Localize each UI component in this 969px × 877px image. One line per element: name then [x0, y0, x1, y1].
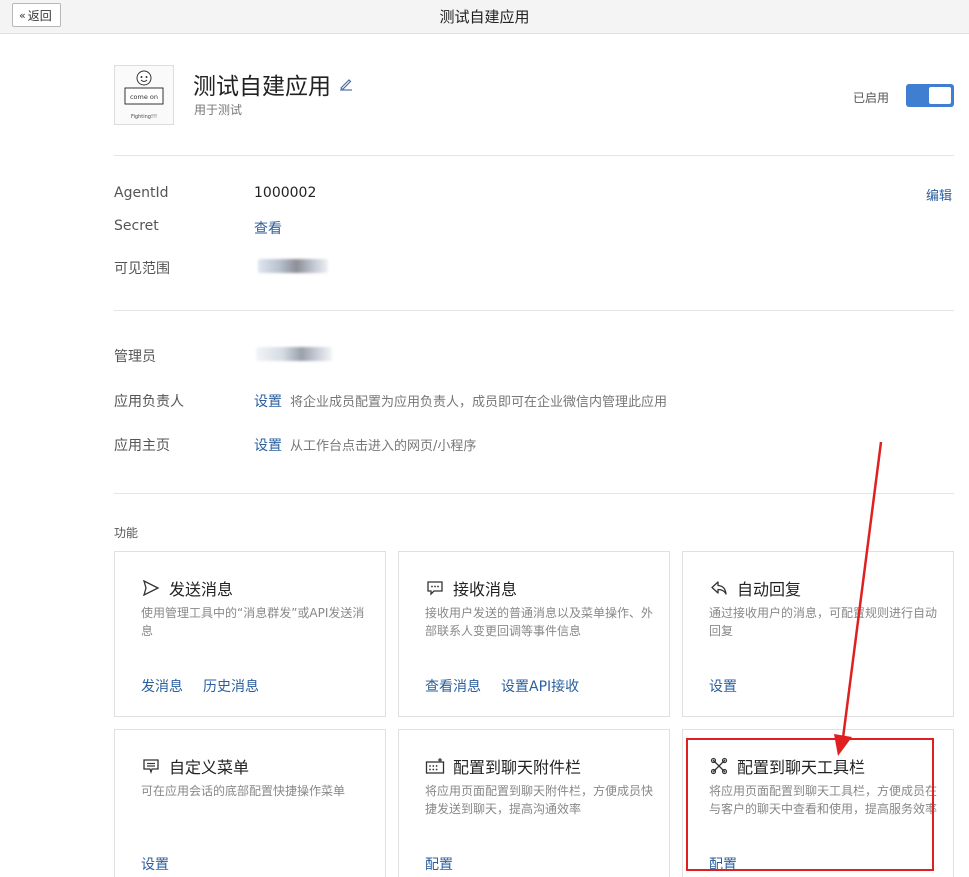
- homepage-row: 设置 从工作台点击进入的网页/小程序: [254, 435, 476, 455]
- toggle-knob: [929, 87, 951, 104]
- card-description: 接收用户发送的普通消息以及菜单操作、外部联系人变更回调等事件信息: [425, 606, 654, 638]
- toolbar-config-link[interactable]: 配置: [709, 854, 737, 874]
- owner-row: 设置 将企业成员配置为应用负责人，成员即可在企业微信内管理此应用: [254, 391, 667, 411]
- agentid-label: AgentId: [114, 185, 169, 201]
- agentid-value: 1000002: [254, 185, 317, 201]
- reply-icon: [709, 578, 729, 598]
- card-title: 配置到聊天附件栏: [425, 754, 581, 778]
- app-name: 测试自建应用: [193, 67, 353, 101]
- message-history-link[interactable]: 历史消息: [203, 676, 259, 696]
- send-message-link[interactable]: 发消息: [141, 676, 183, 696]
- homepage-label: 应用主页: [114, 438, 170, 454]
- owner-label: 应用负责人: [114, 394, 184, 410]
- card-title: 配置到聊天工具栏: [709, 754, 865, 778]
- divider: [114, 310, 954, 311]
- homepage-set-link[interactable]: 设置: [254, 438, 282, 454]
- secret-view-link[interactable]: 查看: [254, 218, 282, 238]
- feature-card-chat-attachment: 配置到聊天附件栏 将应用页面配置到聊天附件栏，方便成员快捷发送到聊天，提高沟通效…: [398, 729, 670, 877]
- view-messages-link[interactable]: 查看消息: [425, 676, 481, 696]
- attachment-grid-icon: [425, 756, 445, 776]
- set-api-receive-link[interactable]: 设置API接收: [501, 676, 579, 696]
- card-description: 将应用页面配置到聊天附件栏，方便成员快捷发送到聊天，提高沟通效率: [425, 784, 654, 816]
- card-description: 通过接收用户的消息，可配置规则进行自动回复: [709, 606, 938, 638]
- card-title-text: 自动回复: [737, 580, 802, 599]
- attachment-config-link[interactable]: 配置: [425, 854, 453, 874]
- app-name-text: 测试自建应用: [193, 74, 331, 100]
- logo-text-top: come on: [130, 93, 158, 101]
- app-logo-illustration: come on Fighting!!!: [124, 70, 164, 120]
- visible-scope-label: 可见范围: [114, 261, 170, 277]
- card-title-text: 发送消息: [169, 580, 234, 599]
- edit-link[interactable]: 编辑: [926, 185, 952, 204]
- menu-icon: [141, 756, 161, 776]
- page-title: 测试自建应用: [439, 8, 530, 26]
- card-title-text: 配置到聊天工具栏: [737, 758, 866, 777]
- logo-text-bottom: Fighting!!!: [131, 114, 157, 120]
- card-title: 发送消息: [141, 576, 233, 600]
- homepage-hint: 从工作台点击进入的网页/小程序: [290, 439, 477, 454]
- secret-label: Secret: [114, 218, 159, 234]
- card-description: 将应用页面配置到聊天工具栏，方便成员在与客户的聊天中查看和使用，提高服务效率: [709, 784, 938, 816]
- visible-scope-avatars-blurred: [258, 259, 328, 273]
- custom-menu-set-link[interactable]: 设置: [141, 854, 169, 874]
- enabled-status-label: 已启用: [853, 91, 890, 105]
- divider: [114, 493, 954, 494]
- auto-reply-set-link[interactable]: 设置: [709, 676, 737, 696]
- feature-card-custom-menu: 自定义菜单 可在应用会话的底部配置快捷操作菜单 设置: [114, 729, 386, 877]
- toolbar-tools-icon: [709, 756, 729, 776]
- enable-toggle[interactable]: [906, 84, 954, 107]
- chat-bubble-icon: [425, 578, 445, 598]
- card-title: 接收消息: [425, 576, 517, 600]
- features-section-title: 功能: [114, 526, 139, 540]
- feature-card-chat-toolbar: 配置到聊天工具栏 将应用页面配置到聊天工具栏，方便成员在与客户的聊天中查看和使用…: [682, 729, 954, 877]
- card-description: 使用管理工具中的“消息群发”或API发送消息: [141, 606, 365, 638]
- card-description: 可在应用会话的底部配置快捷操作菜单: [141, 784, 346, 798]
- owner-hint: 将企业成员配置为应用负责人，成员即可在企业微信内管理此应用: [290, 395, 668, 410]
- card-title: 自定义菜单: [141, 754, 249, 778]
- owner-set-link[interactable]: 设置: [254, 394, 282, 410]
- card-title-text: 配置到聊天附件栏: [453, 758, 582, 777]
- card-title: 自动回复: [709, 576, 801, 600]
- admin-label: 管理员: [114, 349, 156, 365]
- send-icon: [141, 578, 161, 598]
- admin-avatars-blurred: [256, 347, 332, 361]
- edit-pencil-icon[interactable]: [339, 71, 353, 97]
- card-title-text: 自定义菜单: [169, 758, 250, 777]
- top-bar: « 返回 测试自建应用: [0, 0, 969, 34]
- app-description: 用于测试: [194, 103, 243, 117]
- app-logo: come on Fighting!!!: [114, 65, 174, 125]
- feature-card-send-message: 发送消息 使用管理工具中的“消息群发”或API发送消息 发消息 历史消息: [114, 551, 386, 717]
- feature-card-auto-reply: 自动回复 通过接收用户的消息，可配置规则进行自动回复 设置: [682, 551, 954, 717]
- feature-card-receive-message: 接收消息 接收用户发送的普通消息以及菜单操作、外部联系人变更回调等事件信息 查看…: [398, 551, 670, 717]
- card-title-text: 接收消息: [453, 580, 518, 599]
- divider: [114, 155, 954, 156]
